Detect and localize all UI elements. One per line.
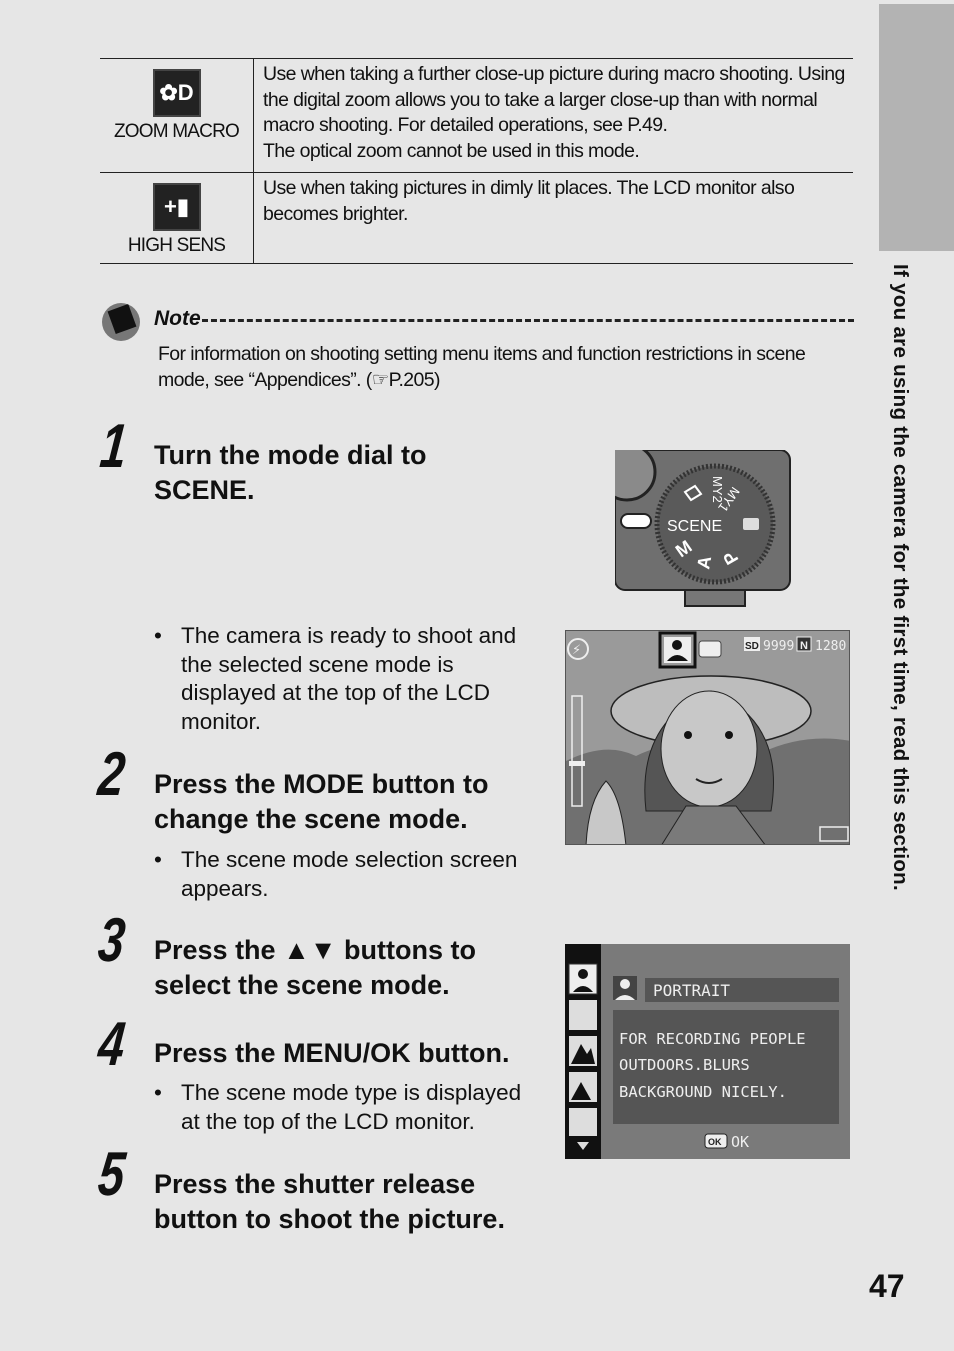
step-title: Press the shutter release button to shoo… <box>154 1169 505 1234</box>
scene-modes-table: ✿D ZOOM MACRO Use when taking a further … <box>100 58 853 264</box>
svg-text:FOR RECORDING PEOPLE: FOR RECORDING PEOPLE <box>619 1030 806 1048</box>
step-bullet: • The camera is ready to shoot and the s… <box>154 623 517 734</box>
portrait-preview-image: ⚡ SD 9999 N 1280 <box>566 631 849 844</box>
scene-item-skew[interactable] <box>569 1108 597 1136</box>
scene-menu-image: PORTRAIT FOR RECORDING PEOPLE OUTDOORS.B… <box>565 944 850 1159</box>
svg-text:BACKGROUND NICELY.: BACKGROUND NICELY. <box>619 1083 787 1101</box>
mode-description: Use when taking a further close-up pictu… <box>253 58 853 173</box>
step-number: 2 <box>95 740 129 809</box>
ok-label: OK <box>731 1133 749 1151</box>
lcd-preview-screen: ⚡ SD 9999 N 1280 <box>565 630 850 845</box>
svg-text:SD: SD <box>745 641 759 652</box>
note-divider <box>202 319 854 322</box>
camera-mode-icon <box>743 518 759 530</box>
mode-dial-illustration: SCENE MY2 MY1 M A P <box>615 450 791 607</box>
camera-icon <box>698 640 722 658</box>
face <box>660 690 758 808</box>
note-pencil-icon <box>102 303 140 341</box>
zoom-slider-handle[interactable] <box>569 761 585 766</box>
dial-label-scene: SCENE <box>667 518 722 535</box>
image-size: 1280 <box>815 639 846 654</box>
svg-text:OK: OK <box>708 1137 722 1147</box>
lcd-scene-menu-screen: PORTRAIT FOR RECORDING PEOPLE OUTDOORS.B… <box>565 944 850 1159</box>
dial-base <box>684 589 746 607</box>
step-bullet: • The scene mode selection screen appear… <box>154 847 518 901</box>
step-bullet: • The scene mode type is displayed at th… <box>154 1080 522 1134</box>
scene-item-sports[interactable] <box>569 1000 597 1030</box>
svg-text:OUTDOORS.BLURS: OUTDOORS.BLURS <box>619 1056 750 1074</box>
section-tab <box>879 4 954 251</box>
high-sens-icon: +▮ <box>152 183 201 231</box>
step-title: Press the ▲▼ buttons to select the scene… <box>154 935 476 1000</box>
mode-label: ZOOM MACRO <box>114 121 240 142</box>
step-title: Press the MENU/OK button. <box>154 1038 510 1068</box>
indicator-lamp <box>620 513 652 529</box>
step-title: Turn the mode dial to SCENE. <box>154 440 427 505</box>
page-number: 47 <box>869 1268 905 1304</box>
zoom-macro-icon: ✿D <box>152 69 201 117</box>
section-caption: If you are using the camera for the firs… <box>889 264 912 891</box>
table-row: ✿D ZOOM MACRO Use when taking a further … <box>100 58 853 173</box>
table-row: +▮ HIGH SENS Use when taking pictures in… <box>100 172 853 264</box>
remaining-shots: 9999 <box>763 639 794 654</box>
mode-name: PORTRAIT <box>653 981 730 1000</box>
note-heading: Note <box>154 307 201 330</box>
svg-text:N: N <box>800 640 808 652</box>
step-number: 4 <box>95 1010 129 1079</box>
mode-description: Use when taking pictures in dimly lit pl… <box>253 172 853 264</box>
note-text: For information on shooting setting menu… <box>158 343 806 391</box>
svg-text:⚡: ⚡ <box>572 643 581 658</box>
step-title: Press the MODE button to change the scen… <box>154 769 489 834</box>
step-number: 5 <box>95 1140 129 1209</box>
step-number: 3 <box>95 906 129 975</box>
step-number: 1 <box>97 412 131 481</box>
mode-label: HIGH SENS <box>127 235 226 256</box>
